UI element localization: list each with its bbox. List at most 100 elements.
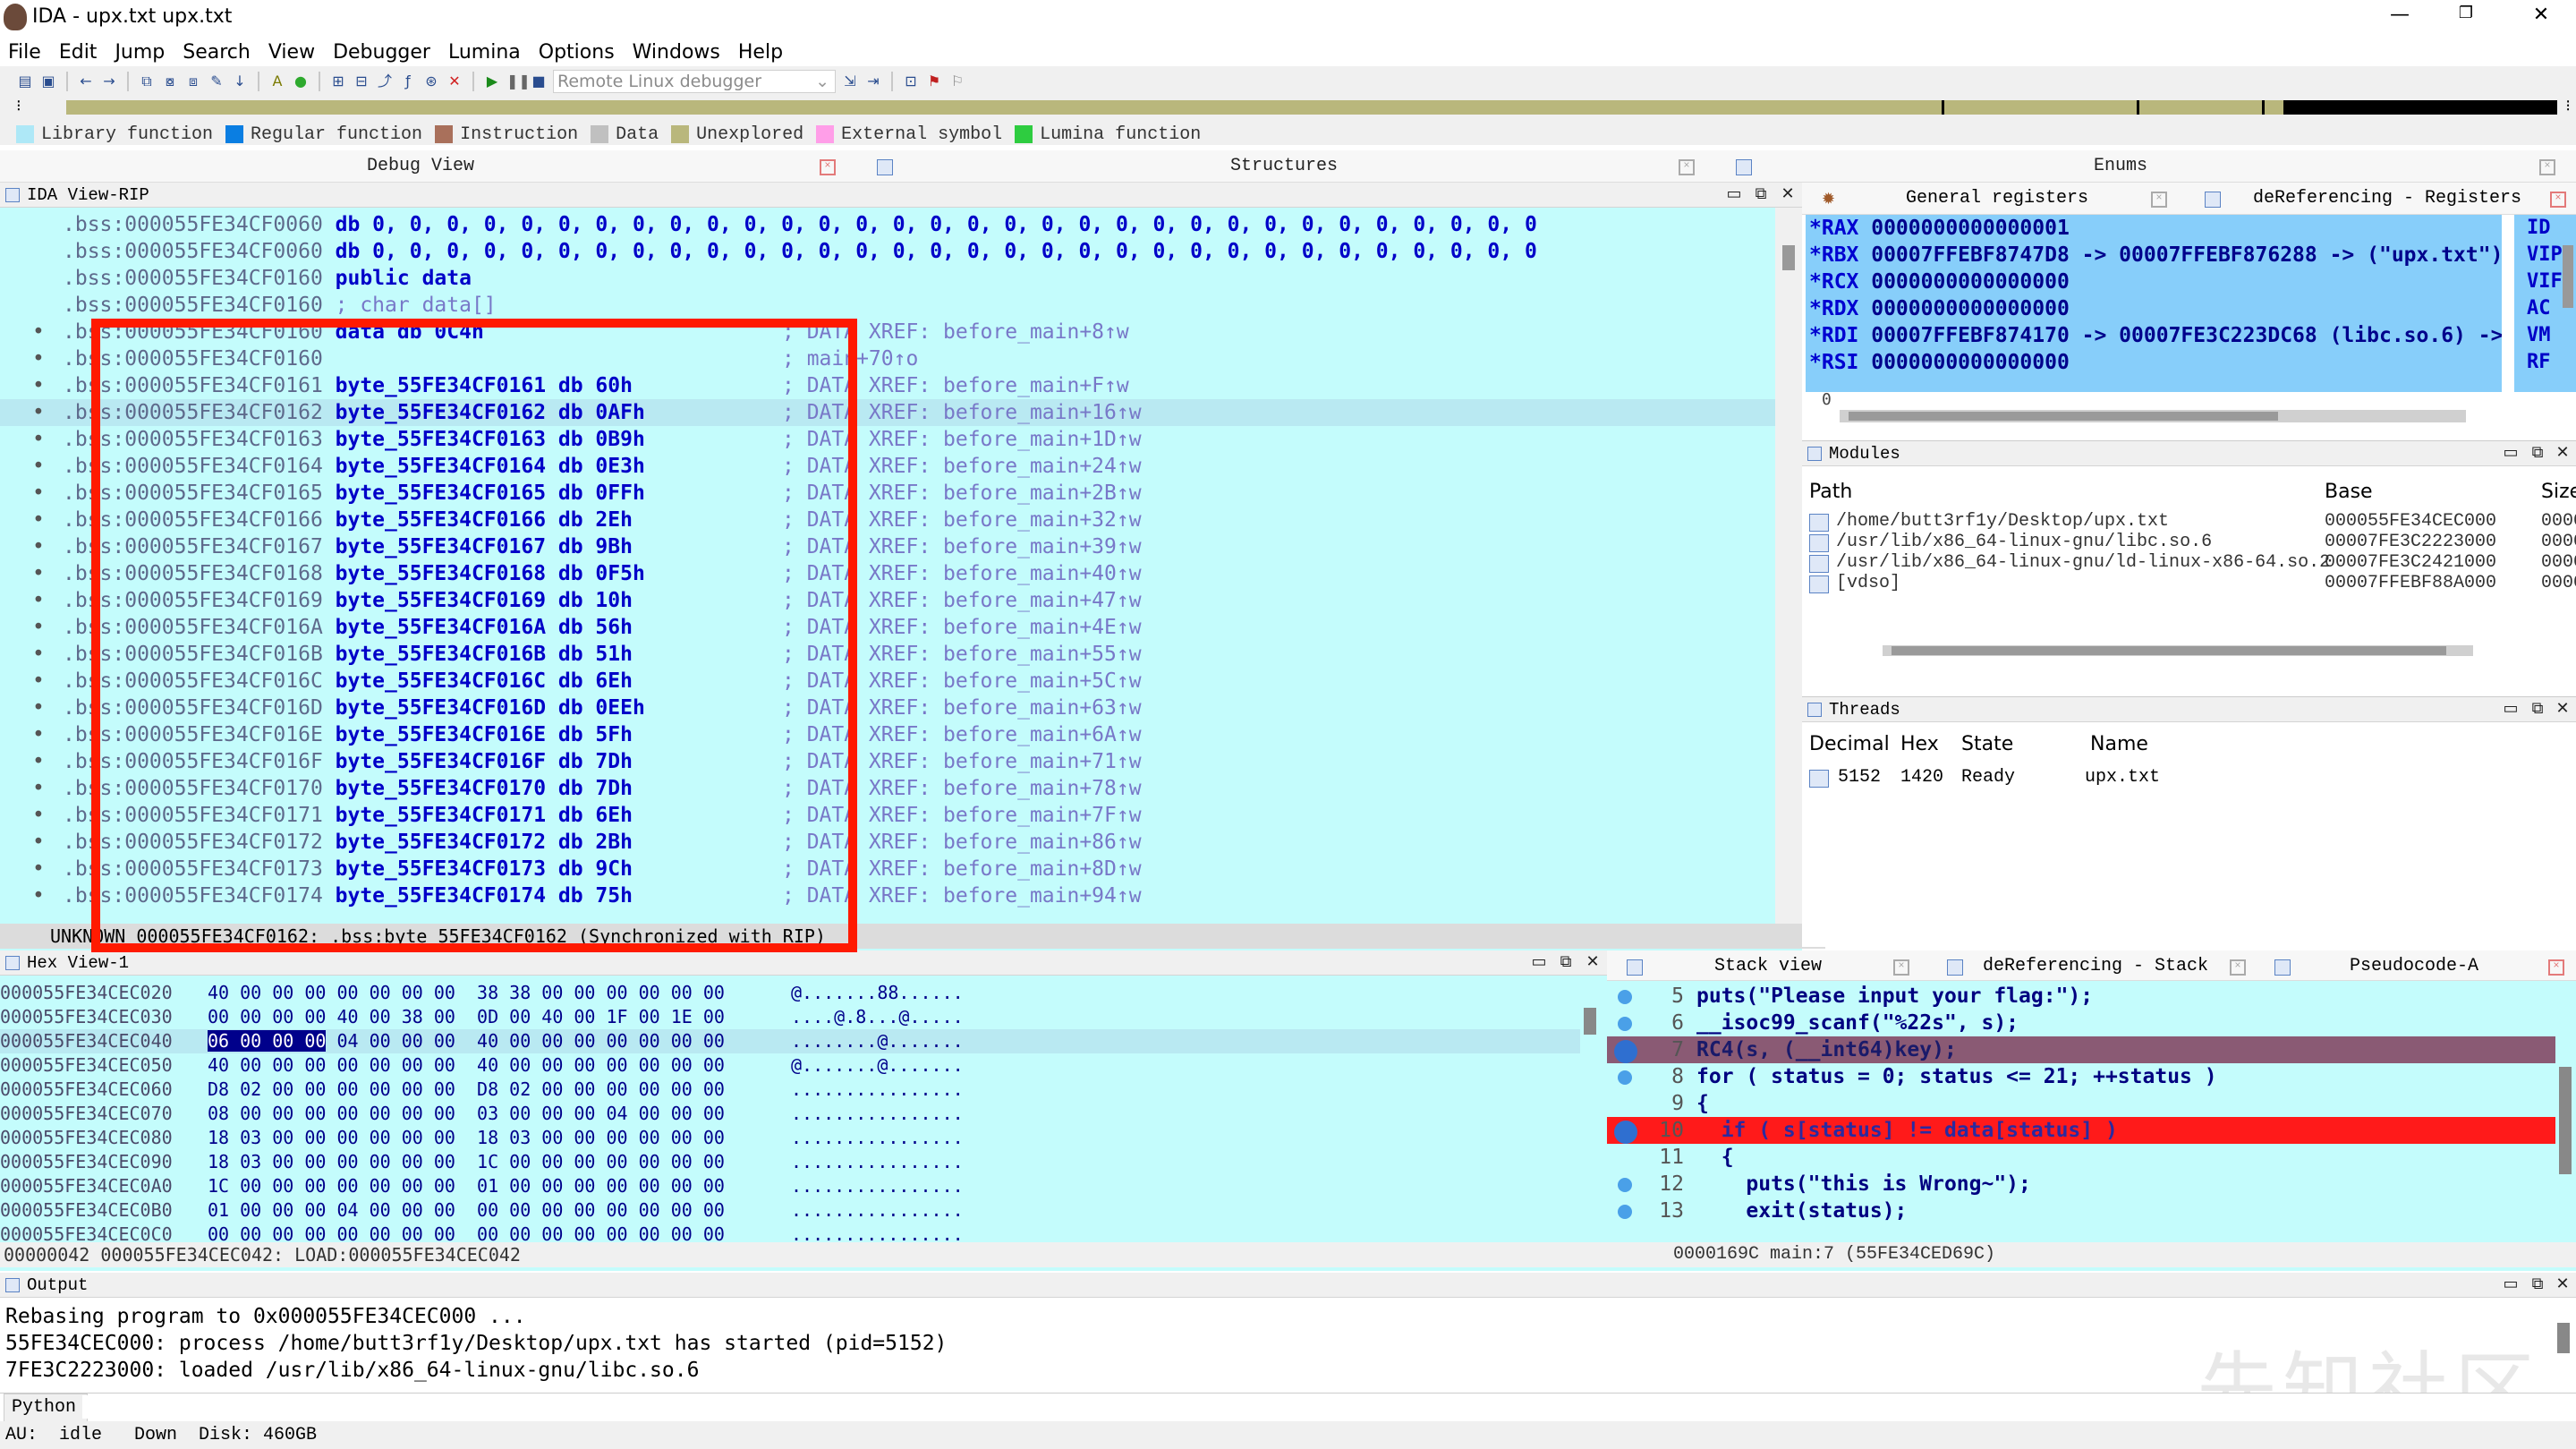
save-icon[interactable]: ▣ [39, 72, 57, 90]
hex-dump[interactable]: 000055FE34CEC020 40 00 00 00 00 00 00 00 … [0, 981, 1580, 1245]
pseudocode-listing[interactable]: 5 puts("Please input your flag:"); 6 __isoc… [1607, 983, 2555, 1242]
pseudocode-line[interactable]: 7 RC4(s, (__int64)key); [1607, 1036, 2555, 1063]
flag-name[interactable]: VM [2514, 322, 2576, 349]
tab-deref-stack[interactable]: deReferencing - Stack [1983, 956, 2208, 976]
hex-line[interactable]: 000055FE34CEC0A0 1C 00 00 00 00 00 00 00 … [0, 1174, 1580, 1198]
menu-options[interactable]: Options [531, 41, 625, 64]
menu-windows[interactable]: Windows [625, 41, 730, 64]
panel-float-icon[interactable]: ⧉ [2525, 697, 2550, 722]
pseudocode-line[interactable]: 9{ [1607, 1090, 2555, 1117]
output-vscroll[interactable] [2557, 1323, 2570, 1353]
terminate-icon[interactable]: ■ [530, 72, 548, 90]
segment-icon[interactable]: A [268, 72, 286, 90]
breakpoint-dot-icon[interactable] [1618, 1205, 1632, 1219]
hex-line[interactable]: 000055FE34CEC060 D8 02 00 00 00 00 00 00 … [0, 1078, 1580, 1102]
pseudocode-line[interactable]: 11 { [1607, 1144, 2555, 1171]
breakpoint-dot-icon[interactable] [1614, 1040, 1637, 1063]
scroll-thumb[interactable] [1849, 412, 2278, 421]
breakpoint-icon[interactable]: ⊛ [422, 72, 440, 90]
menu-debugger[interactable]: Debugger [325, 41, 440, 64]
tab-structures[interactable]: Structures [895, 150, 1673, 183]
flag-grey-icon[interactable]: ⚐ [948, 72, 966, 90]
breakpoint-dot-icon[interactable] [1618, 1178, 1632, 1192]
panel-close-icon[interactable]: ✕ [1775, 183, 1800, 208]
tab-close-icon[interactable]: × [2548, 959, 2564, 976]
module-row[interactable]: /usr/lib/x86_64-linux-gnu/ld-linux-x86-6… [1802, 552, 2576, 573]
hex-line[interactable]: 000055FE34CEC090 18 03 00 00 00 00 00 00 … [0, 1150, 1580, 1174]
back-icon[interactable]: ← [77, 72, 95, 90]
registers-hscroll[interactable] [1840, 410, 2466, 422]
hex-line[interactable]: 000055FE34CEC050 40 00 00 00 00 00 00 00 … [0, 1053, 1580, 1078]
panel-close-icon[interactable]: ✕ [1580, 950, 1605, 976]
proximity-icon[interactable]: ⊟ [353, 72, 370, 90]
panel-minimize-icon[interactable]: ▭ [2498, 441, 2523, 466]
menu-search[interactable]: Search [174, 41, 260, 64]
debugger-select[interactable]: Remote Linux debugger ⌄ [553, 70, 836, 93]
column-header-size[interactable]: Size [2541, 481, 2576, 503]
menu-file[interactable]: File [0, 41, 51, 64]
pseudocode-line[interactable]: 8 for ( status = 0; status <= 21; ++statu… [1607, 1063, 2555, 1090]
disasm-line[interactable]: .bss:000055FE34CF0160 ; char data[] [0, 292, 1775, 319]
module-row[interactable]: /home/butt3rf1y/Desktop/upx.txt 000055FE3… [1802, 511, 2576, 532]
hex-line[interactable]: 000055FE34CEC040 06 00 00 00 04 00 00 00 … [0, 1029, 1580, 1053]
scroll-thumb[interactable] [1782, 245, 1795, 270]
panel-minimize-icon[interactable]: ▭ [2498, 697, 2523, 722]
pseudocode-line[interactable]: 10 if ( s[status] != data[status] ) [1607, 1117, 2555, 1144]
xref-icon[interactable]: ⤴ [376, 72, 394, 90]
pseudocode-line[interactable]: 13 exit(status); [1607, 1198, 2555, 1224]
ida-view-scrollbar[interactable] [1775, 208, 1802, 924]
menu-view[interactable]: View [260, 41, 325, 64]
open-icon[interactable]: ▤ [16, 72, 34, 90]
menu-lumina[interactable]: Lumina [440, 41, 531, 64]
panel-minimize-icon[interactable]: ▭ [2498, 1273, 2523, 1298]
scroll-thumb[interactable] [1892, 646, 2446, 655]
panel-float-icon[interactable]: ⧉ [1748, 183, 1773, 208]
close-button[interactable]: ✕ [2523, 4, 2559, 26]
module-row[interactable]: [vdso] 00007FFEBF88A000 0000 [1802, 573, 2576, 593]
hex-selected-bytes[interactable]: 06 00 00 00 [208, 1030, 327, 1052]
panel-minimize-icon[interactable]: ▭ [1722, 183, 1747, 208]
pseudocode-line[interactable]: 12 puts("this is Wrong~"); [1607, 1171, 2555, 1198]
panel-float-icon[interactable]: ⧉ [2525, 1273, 2550, 1298]
text-search-icon[interactable]: ⧇ [161, 72, 179, 90]
breakpoint-dot-icon[interactable] [1618, 1070, 1632, 1085]
panel-close-icon[interactable]: ✕ [2550, 697, 2575, 722]
python-label[interactable]: Python [4, 1394, 88, 1422]
minimize-button[interactable]: — [2382, 4, 2418, 26]
pause-icon[interactable]: ❚❚ [506, 72, 531, 90]
hex-line[interactable]: 000055FE34CEC020 40 00 00 00 00 00 00 00 … [0, 981, 1580, 1005]
search-next-icon[interactable]: ⧈ [184, 72, 202, 90]
register-row[interactable]: *RAX 0000000000000001 [1809, 215, 2070, 242]
breakpoint-dot-icon[interactable] [1614, 1121, 1637, 1144]
tab-close-icon[interactable]: × [2230, 959, 2246, 976]
register-list[interactable]: *RAX 0000000000000001 *RBX 00007FFEBF8747… [1806, 215, 2502, 392]
breakpoint-dot-icon[interactable] [1618, 1017, 1632, 1031]
nav-right-arrow-icon[interactable]: ⁝ [2565, 97, 2571, 115]
run-icon[interactable]: ▶ [483, 72, 501, 90]
trace-icon[interactable]: ⊡ [902, 72, 920, 90]
panel-minimize-icon[interactable]: ▭ [1526, 950, 1552, 976]
stop-icon[interactable]: ✕ [446, 72, 463, 90]
step-into-icon[interactable]: ⇲ [841, 72, 859, 90]
flag-icon[interactable]: ⚑ [925, 72, 943, 90]
hex-vscroll[interactable] [1584, 1008, 1596, 1035]
tab-enums[interactable]: Enums [1754, 150, 2487, 183]
graph-icon[interactable]: ⊞ [329, 72, 347, 90]
panel-close-icon[interactable]: ✕ [2550, 441, 2575, 466]
maximize-button[interactable]: ❐ [2448, 4, 2484, 22]
pseudocode-line[interactable]: 5 puts("Please input your flag:"); [1607, 983, 2555, 1010]
tab-close-icon[interactable]: × [1893, 959, 1909, 976]
tab-debug-view[interactable]: Debug View [0, 150, 841, 183]
tab-close-icon[interactable]: × [2539, 159, 2555, 175]
hex-line[interactable]: 000055FE34CEC0B0 01 00 00 00 04 00 00 00 … [0, 1198, 1580, 1223]
green-dot-icon[interactable]: ● [292, 72, 310, 90]
menu-jump[interactable]: Jump [106, 41, 174, 64]
modules-hscroll[interactable] [1883, 645, 2473, 656]
tab-pseudocode[interactable]: Pseudocode-A [2350, 956, 2478, 976]
column-header-decimal[interactable]: Decimal [1809, 733, 1890, 755]
register-row[interactable]: *RDX 0000000000000000 [1809, 295, 2070, 322]
flag-name[interactable]: RF [2514, 349, 2576, 376]
tab-close-icon[interactable]: × [820, 159, 836, 175]
menu-edit[interactable]: Edit [51, 41, 107, 64]
tab-close-icon[interactable]: × [2550, 192, 2566, 208]
